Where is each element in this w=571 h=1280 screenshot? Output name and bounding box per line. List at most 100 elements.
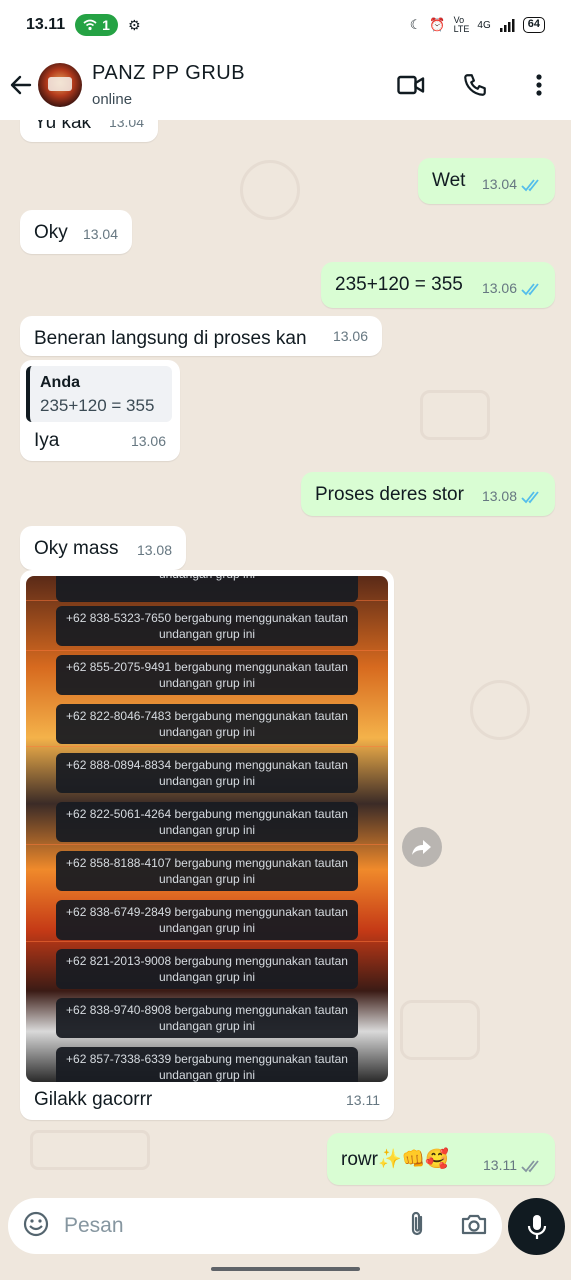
mic-icon <box>527 1214 546 1239</box>
shared-image[interactable]: undangan grup ini +62 838-5323-7650 berg… <box>26 576 388 1082</box>
avatar-logo <box>48 77 72 91</box>
back-button[interactable] <box>4 65 38 105</box>
video-call-icon <box>397 75 425 95</box>
more-options-button[interactable] <box>523 69 555 101</box>
camera-icon <box>461 1214 487 1234</box>
network-label: 4G <box>477 19 491 31</box>
message-text: Proses deres stor <box>315 484 464 505</box>
wallpaper-doodle <box>240 160 300 220</box>
wallpaper-doodle <box>470 680 530 740</box>
status-bar: 13.11 1 ⚙ ☾ ⏰ Vo LTE 4G 64 <box>0 0 571 50</box>
forward-button[interactable] <box>402 827 442 867</box>
image-decoration <box>26 746 388 747</box>
mic-button[interactable] <box>508 1198 565 1255</box>
read-ticks-icon <box>521 179 539 192</box>
message-outgoing[interactable]: Wet 13.04 <box>418 158 555 204</box>
paperclip-icon <box>411 1211 423 1235</box>
message-outgoing[interactable]: 235+120 = 355 13.06 <box>321 262 555 308</box>
message-incoming[interactable]: Oky 13.04 <box>20 210 132 254</box>
chat-title: PANZ PP GRUB <box>92 62 246 84</box>
phone-icon <box>464 74 486 96</box>
chat-area[interactable]: Yu kak 13.04 Wet 13.04 Oky 13.04 235+120… <box>0 120 571 1195</box>
attach-button[interactable] <box>406 1210 428 1243</box>
status-time: 13.11 <box>26 16 66 33</box>
emoji-button[interactable] <box>22 1210 50 1243</box>
message-input[interactable] <box>64 1214 384 1238</box>
wallpaper-doodle <box>400 1000 480 1060</box>
message-time: 13.08 <box>481 488 517 504</box>
quote-author: Anda <box>40 374 80 391</box>
status-icons: ☾ ⏰ Vo LTE 4G 64 <box>410 16 545 34</box>
message-time: 13.08 <box>136 542 172 558</box>
message-text: Yu kak <box>34 120 92 133</box>
message-reply[interactable]: Anda 235+120 = 355 Iya 13.06 <box>20 360 180 461</box>
join-notice: +62 822-5061-4264 bergabung menggunakan … <box>56 802 358 842</box>
message-text: Oky mass <box>34 538 119 559</box>
join-notice: undangan grup ini <box>56 576 358 602</box>
delivered-ticks-icon <box>521 1160 539 1173</box>
message-image[interactable]: undangan grup ini +62 838-5323-7650 berg… <box>20 570 394 1120</box>
join-notice: +62 858-8188-4107 bergabung menggunakan … <box>56 851 358 891</box>
join-notice: +62 857-7338-6339 bergabung menggunakan … <box>56 1047 358 1082</box>
camera-button[interactable] <box>460 1211 488 1242</box>
message-time: 13.06 <box>332 328 368 344</box>
arrow-back-icon <box>10 75 32 95</box>
message-outgoing[interactable]: Proses deres stor 13.08 <box>301 472 555 516</box>
navigation-handle[interactable] <box>211 1267 360 1271</box>
gear-icon: ⚙ <box>127 16 141 33</box>
join-notice: +62 822-8046-7483 bergabung menggunakan … <box>56 704 358 744</box>
message-outgoing[interactable]: rowr✨👊🥰 13.11 <box>327 1133 555 1185</box>
quoted-message[interactable]: Anda 235+120 = 355 <box>26 366 172 422</box>
chat-status: online <box>92 91 133 108</box>
hotspot-count: 1 <box>102 17 110 33</box>
image-decoration <box>26 650 388 651</box>
image-caption: Gilakk gacorrr <box>34 1089 153 1110</box>
image-decoration <box>26 844 388 845</box>
message-composer <box>8 1198 502 1254</box>
join-notice: +62 888-0894-8834 bergabung menggunakan … <box>56 753 358 793</box>
join-notice: +62 855-2075-9491 bergabung menggunakan … <box>56 655 358 695</box>
message-time: 13.04 <box>108 120 144 130</box>
message-time: 13.06 <box>481 280 517 296</box>
join-notice: +62 838-5323-7650 bergabung menggunakan … <box>56 606 358 646</box>
wifi-icon <box>83 19 97 31</box>
wallpaper-doodle <box>30 1130 150 1170</box>
join-notice: +62 838-6749-2849 bergabung menggunakan … <box>56 900 358 940</box>
header-actions <box>395 69 555 101</box>
image-decoration <box>26 941 388 942</box>
chat-header: PANZ PP GRUB online <box>0 50 571 120</box>
message-incoming[interactable]: Beneran langsung di proses kan 13.06 <box>20 316 382 356</box>
emoji-icon <box>23 1211 49 1236</box>
message-text: 235+120 = 355 <box>335 274 463 295</box>
join-notice: +62 821-2013-9008 bergabung menggunakan … <box>56 949 358 989</box>
quote-text: 235+120 = 355 <box>40 396 155 415</box>
message-incoming[interactable]: Oky mass 13.08 <box>20 526 186 570</box>
message-time: 13.06 <box>130 433 166 449</box>
wallpaper-doodle <box>420 390 490 440</box>
message-time: 13.11 <box>483 1157 517 1173</box>
message-time: 13.04 <box>481 176 517 192</box>
message-incoming[interactable]: Yu kak 13.04 <box>20 120 158 142</box>
message-text: Iya <box>34 430 60 451</box>
alarm-icon: ⏰ <box>429 17 446 32</box>
video-call-button[interactable] <box>395 69 427 101</box>
battery-indicator: 64 <box>522 17 545 33</box>
chat-info[interactable]: PANZ PP GRUB online <box>92 62 245 108</box>
message-text: Oky <box>34 222 68 243</box>
message-text: rowr✨👊🥰 <box>341 1149 449 1170</box>
message-text: Wet <box>432 170 466 191</box>
signal-icon <box>499 19 515 32</box>
volte-icon: Vo LTE <box>453 15 470 34</box>
read-ticks-icon <box>521 283 539 296</box>
hotspot-indicator: 1 <box>75 14 118 36</box>
read-ticks-icon <box>521 491 539 504</box>
more-vertical-icon <box>536 74 542 96</box>
forward-icon <box>412 840 431 855</box>
join-notice: +62 838-9740-8908 bergabung menggunakan … <box>56 998 358 1038</box>
voice-call-button[interactable] <box>459 69 491 101</box>
message-time: 13.11 <box>346 1092 380 1108</box>
message-time: 13.04 <box>82 226 118 242</box>
message-text: Beneran langsung di proses kan <box>34 328 307 349</box>
avatar[interactable] <box>38 63 82 107</box>
moon-icon: ☾ <box>409 17 422 32</box>
